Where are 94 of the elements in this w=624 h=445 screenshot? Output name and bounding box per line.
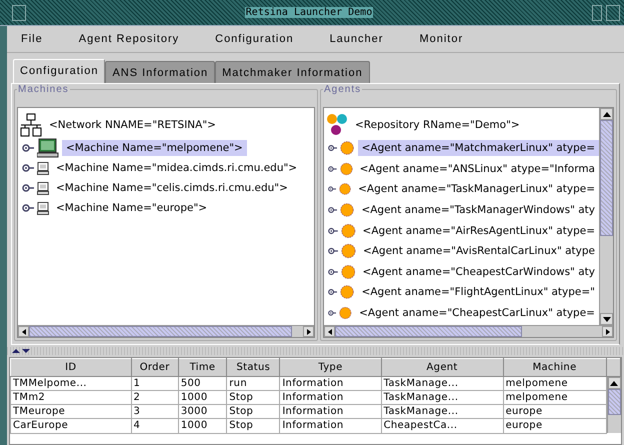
expand-handle-icon[interactable] <box>328 164 337 173</box>
table-cell: europe <box>503 404 606 419</box>
tree-item[interactable]: <Agent aname="CheapestCarLinux" atype= <box>355 305 599 322</box>
tab[interactable]: ANS Information <box>105 61 216 83</box>
menu-item[interactable]: Agent Repository <box>78 33 180 45</box>
tree-item[interactable]: <Network NNAME="RETSINA"> <box>45 117 220 133</box>
computer-icon <box>37 138 59 158</box>
expand-handle-icon[interactable] <box>328 185 336 194</box>
expand-handle-icon[interactable] <box>328 247 338 256</box>
tree-item[interactable]: <Agent aname="MatchmakerLinux" atype= <box>358 140 599 156</box>
menu-item[interactable]: Configuration <box>215 33 294 45</box>
collapse-arrows-icon[interactable] <box>11 348 31 354</box>
vertical-scrollbar[interactable] <box>599 108 613 325</box>
table-cell: melpomene <box>503 376 606 391</box>
table-cell: Information <box>280 376 382 391</box>
expand-handle-icon[interactable] <box>22 144 34 152</box>
agent-icon <box>340 262 356 281</box>
table-cell: 1 <box>131 376 178 391</box>
table-cell: melpomene <box>503 390 606 405</box>
column-header[interactable]: ID <box>10 358 132 376</box>
repository-icon <box>326 113 348 137</box>
vertical-scrollbar[interactable] <box>606 377 620 433</box>
tree-item[interactable]: <Machine Name="melpomene"> <box>62 140 247 156</box>
expand-handle-icon[interactable] <box>328 144 338 152</box>
tree-item[interactable]: <Agent aname="CheapestCarWindows" aty <box>358 264 599 280</box>
table-cell: TaskManage... <box>381 390 504 405</box>
column-header[interactable]: Agent <box>381 358 504 376</box>
computer-icon <box>37 162 49 174</box>
computer-icon <box>37 202 49 214</box>
agent-icon <box>340 222 356 240</box>
tree-item[interactable]: <Agent aname="TaskManagerLinux" atype= <box>354 181 599 198</box>
expand-handle-icon[interactable] <box>328 206 338 214</box>
agent-icon <box>340 283 355 302</box>
tab[interactable]: Matchmaker Information <box>215 61 370 83</box>
table-cell: 1000 <box>178 418 227 433</box>
tree-item[interactable]: <Agent aname="TaskManagerWindows" aty <box>357 202 599 218</box>
table-cell: TaskManage... <box>381 376 504 391</box>
horizontal-scrollbar[interactable] <box>18 325 314 337</box>
network-icon <box>20 113 42 137</box>
tree-item[interactable]: <Repository RName="Demo"> <box>351 117 524 133</box>
table-cell: TMm2 <box>10 390 132 405</box>
expand-handle-icon[interactable] <box>328 288 338 296</box>
tree-item[interactable]: <Machine Name="midea.cimds.ri.cmu.edu"> <box>52 160 302 176</box>
expand-handle-icon[interactable] <box>22 204 34 212</box>
expand-handle-icon[interactable] <box>22 184 34 192</box>
tree-item[interactable]: <Agent aname="AirResAgentLinux" atype= <box>358 222 599 239</box>
table-cell: 3 <box>131 404 178 419</box>
tree-item[interactable]: <Agent aname="AvisRentalCarLinux" atype <box>358 243 599 260</box>
tree-item[interactable]: <Agent aname="FlightAgentLinux" atype=" <box>358 284 599 300</box>
column-header[interactable]: Time <box>178 358 227 376</box>
table-cell: 500 <box>178 376 227 391</box>
menu-item[interactable]: File <box>21 33 43 45</box>
table-cell: 3000 <box>178 404 227 419</box>
table-cell: Information <box>280 418 382 433</box>
table-cell: CarEurope <box>10 418 132 433</box>
agent-icon <box>340 242 356 260</box>
menu-item[interactable]: Monitor <box>419 33 464 45</box>
window-title: Retsina Launcher Demo <box>244 7 374 18</box>
panel-title: Agents <box>323 84 362 95</box>
agent-icon <box>340 201 354 220</box>
horizontal-scrollbar[interactable] <box>324 325 613 337</box>
table-cell: 2 <box>131 390 178 405</box>
column-header[interactable]: Machine <box>503 358 606 376</box>
table-cell: CheapestCa... <box>381 418 504 433</box>
tree-item[interactable]: <Agent aname="ANSLinux" atype="Informa <box>356 160 599 177</box>
table-cell: 4 <box>131 418 178 433</box>
table-cell: Information <box>280 404 382 419</box>
table-cell: 1000 <box>178 390 227 405</box>
tree-item[interactable]: <Machine Name="europe"> <box>52 200 212 216</box>
table-cell: europe <box>503 418 606 433</box>
minimize-button[interactable] <box>592 4 602 20</box>
tree-item[interactable]: <Machine Name="celis.cimds.ri.cmu.edu"> <box>52 180 292 196</box>
menu-item[interactable]: Launcher <box>330 33 384 45</box>
column-header[interactable]: Type <box>280 358 382 376</box>
expand-handle-icon[interactable] <box>22 164 34 172</box>
column-header[interactable]: Status <box>226 358 280 376</box>
table-cell: TaskManage... <box>381 404 504 419</box>
expand-handle-icon[interactable] <box>328 309 336 318</box>
table-cell: Stop <box>226 418 280 433</box>
tab[interactable]: Configuration <box>13 59 106 83</box>
table-cell: TMeurope <box>10 404 132 419</box>
expand-handle-icon[interactable] <box>328 268 338 276</box>
table-cell: Stop <box>226 404 280 419</box>
table-cell: Stop <box>226 390 280 405</box>
table-cell: run <box>226 376 280 391</box>
agent-icon <box>340 139 355 158</box>
table-cell: TMMelpome... <box>10 376 132 391</box>
window-menu-button[interactable] <box>12 4 26 20</box>
maximize-button[interactable] <box>606 4 620 20</box>
table-cell: Information <box>280 390 382 405</box>
column-header[interactable]: Order <box>131 358 178 376</box>
expand-handle-icon[interactable] <box>328 226 338 235</box>
computer-icon <box>37 182 49 194</box>
panel-title: Machines <box>17 84 70 95</box>
